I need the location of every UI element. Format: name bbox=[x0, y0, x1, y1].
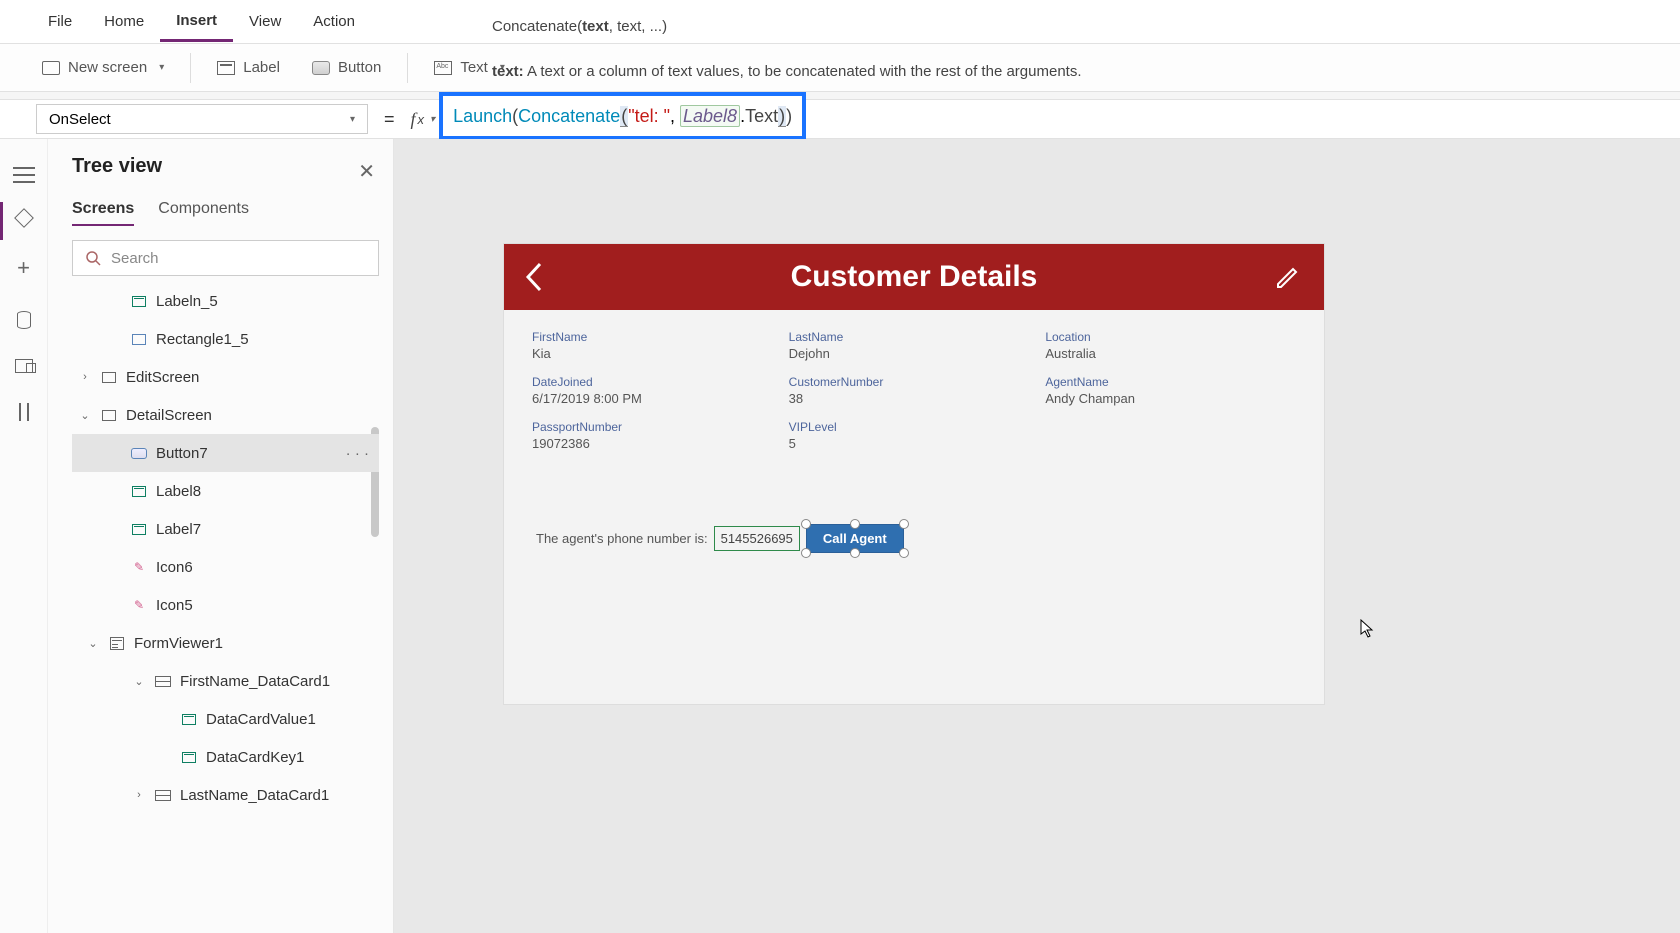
field-value: Andy Champan bbox=[1045, 391, 1296, 406]
tab-components[interactable]: Components bbox=[158, 200, 249, 226]
tree-item-detailscreen[interactable]: ⌄DetailScreen bbox=[72, 396, 379, 434]
fx-button[interactable]: fx▾ bbox=[411, 109, 436, 130]
formula-input-highlight: Launch(Concatenate("tel: ", Label8.Text)… bbox=[439, 92, 806, 140]
tree-item-datacardvalue1[interactable]: DataCardValue1 bbox=[72, 700, 379, 738]
field-label: AgentName bbox=[1045, 375, 1296, 389]
selection-handle[interactable] bbox=[899, 519, 909, 529]
left-rail: + bbox=[0, 139, 48, 933]
tree-item-button7[interactable]: Button7· · · bbox=[72, 434, 379, 472]
menu-view[interactable]: View bbox=[233, 3, 297, 40]
label-icon bbox=[217, 61, 235, 75]
tree-item-rectangle[interactable]: Rectangle1_5 bbox=[72, 320, 379, 358]
menu-insert[interactable]: Insert bbox=[160, 2, 233, 42]
field-value: 38 bbox=[789, 391, 1040, 406]
tree-item-label[interactable]: Labeln_5 bbox=[72, 282, 379, 320]
close-icon[interactable]: ✕ bbox=[358, 159, 375, 184]
field-value: Dejohn bbox=[789, 346, 1040, 361]
field-label: DateJoined bbox=[532, 375, 783, 389]
agent-phone-row: The agent's phone number is: 5145526695 … bbox=[536, 524, 904, 553]
chevron-down-icon: ▾ bbox=[430, 114, 435, 125]
tree-item-icon6[interactable]: ✎Icon6 bbox=[72, 548, 379, 586]
back-icon[interactable] bbox=[522, 260, 544, 294]
media-icon[interactable] bbox=[15, 359, 33, 373]
field-value: Australia bbox=[1045, 346, 1296, 361]
formula-bar: OnSelect ▾ = fx▾ Launch(Concatenate("tel… bbox=[0, 99, 1680, 139]
insert-icon[interactable]: + bbox=[17, 255, 30, 281]
button-icon bbox=[312, 61, 330, 75]
active-rail-marker bbox=[0, 202, 3, 240]
hamburger-icon[interactable] bbox=[13, 167, 35, 183]
data-icon[interactable] bbox=[17, 311, 31, 329]
menu-file[interactable]: File bbox=[32, 3, 88, 40]
separator bbox=[407, 53, 408, 83]
separator bbox=[190, 53, 191, 83]
field-label: VIPLevel bbox=[789, 420, 1040, 434]
selection-handle[interactable] bbox=[850, 548, 860, 558]
tree-item-icon5[interactable]: ✎Icon5 bbox=[72, 586, 379, 624]
menubar: File Home Insert View Action bbox=[0, 0, 1680, 44]
formula-input[interactable]: Launch(Concatenate("tel: ", Label8.Text)… bbox=[453, 106, 792, 127]
tree-view-panel: Tree view ✕ Screens Components Search La… bbox=[48, 139, 394, 933]
tree-item-formviewer1[interactable]: ⌄FormViewer1 bbox=[72, 624, 379, 662]
field-value: Kia bbox=[532, 346, 783, 361]
field-label: FirstName bbox=[532, 330, 783, 344]
more-icon[interactable]: · · · bbox=[346, 445, 379, 462]
field-value: 19072386 bbox=[532, 436, 783, 451]
tree-item-datacardkey1[interactable]: DataCardKey1 bbox=[72, 738, 379, 776]
selection-handle[interactable] bbox=[801, 548, 811, 558]
field-value: 6/17/2019 8:00 PM bbox=[532, 391, 783, 406]
canvas-area[interactable]: Customer Details FirstName Kia LastName De… bbox=[394, 139, 1680, 933]
field-value: 5 bbox=[789, 436, 1040, 451]
field-label: LastName bbox=[789, 330, 1040, 344]
insert-button-button[interactable]: Button bbox=[300, 53, 393, 82]
tree-view-icon[interactable] bbox=[14, 208, 34, 228]
app-title: Customer Details bbox=[791, 260, 1038, 294]
advanced-tools-icon[interactable] bbox=[16, 403, 32, 421]
field-label: PassportNumber bbox=[532, 420, 783, 434]
search-icon bbox=[85, 250, 101, 266]
tree-item-label7[interactable]: Label7 bbox=[72, 510, 379, 548]
tree-tabs: Screens Components bbox=[72, 200, 379, 226]
search-placeholder: Search bbox=[111, 250, 159, 267]
tree-item-editscreen[interactable]: ›EditScreen bbox=[72, 358, 379, 396]
insert-label-button[interactable]: Label bbox=[205, 53, 292, 82]
app-screen[interactable]: Customer Details FirstName Kia LastName De… bbox=[504, 244, 1324, 704]
tab-screens[interactable]: Screens bbox=[72, 200, 134, 226]
app-header: Customer Details bbox=[504, 244, 1324, 310]
agent-phone-label: The agent's phone number is: bbox=[536, 531, 708, 546]
menu-action[interactable]: Action bbox=[297, 3, 371, 40]
selection-handle[interactable] bbox=[801, 519, 811, 529]
cursor-icon bbox=[1360, 619, 1376, 639]
tree-item-label8[interactable]: Label8 bbox=[72, 472, 379, 510]
selection-handle[interactable] bbox=[899, 548, 909, 558]
screen-icon bbox=[42, 61, 60, 75]
tree-item-firstname-datacard[interactable]: ⌄FirstName_DataCard1 bbox=[72, 662, 379, 700]
tree-list: Labeln_5 Rectangle1_5 ›EditScreen ⌄Detai… bbox=[72, 282, 379, 814]
equals-sign: = bbox=[384, 109, 395, 130]
tree-item-lastname-datacard[interactable]: ›LastName_DataCard1 bbox=[72, 776, 379, 814]
intellisense-help: text: A text or a column of text values,… bbox=[492, 63, 1082, 80]
intellisense-signature: Concatenate(text, text, ...) bbox=[492, 14, 667, 38]
tree-view-title: Tree view bbox=[72, 155, 379, 178]
chevron-down-icon: ▾ bbox=[159, 62, 164, 73]
text-icon bbox=[434, 61, 452, 75]
form-viewer: FirstName Kia LastName Dejohn Location Aust… bbox=[504, 310, 1324, 471]
field-label: Location bbox=[1045, 330, 1296, 344]
call-agent-button[interactable]: Call Agent bbox=[806, 524, 904, 553]
edit-icon[interactable] bbox=[1274, 263, 1302, 291]
tree-search-input[interactable]: Search bbox=[72, 240, 379, 276]
new-screen-button[interactable]: New screen▾ bbox=[30, 53, 176, 82]
field-label: CustomerNumber bbox=[789, 375, 1040, 389]
property-selector[interactable]: OnSelect ▾ bbox=[36, 104, 368, 134]
agent-phone-value: 5145526695 bbox=[714, 526, 800, 551]
selection-handle[interactable] bbox=[850, 519, 860, 529]
chevron-down-icon: ▾ bbox=[350, 114, 355, 125]
menu-home[interactable]: Home bbox=[88, 3, 160, 40]
